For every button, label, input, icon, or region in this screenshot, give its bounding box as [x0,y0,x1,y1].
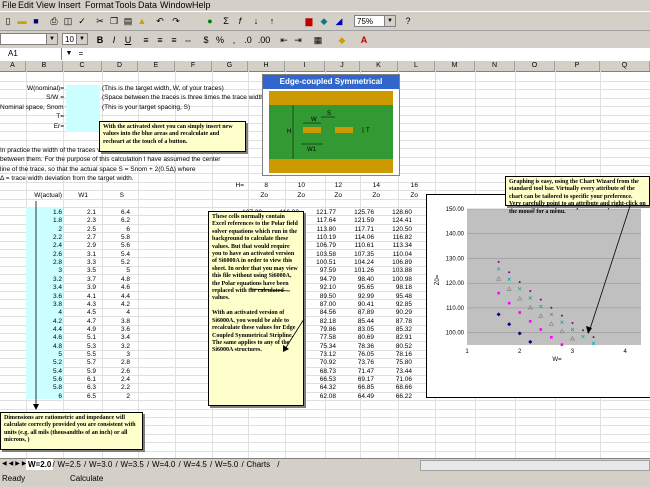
new-file-icon[interactable]: ▯ [2,15,14,27]
tab-scroll-icons[interactable]: ◀◀▶▶ [2,460,28,467]
tab-separator: / [115,460,118,469]
cut-icon[interactable]: ✂ [94,15,106,27]
status-bar: Ready Calculate [0,471,650,487]
tab-sheet[interactable]: W=4.5 [184,459,207,470]
tab-separator: / [147,460,150,469]
office-assistant-icon[interactable]: ? [402,15,414,27]
save-icon[interactable]: ■ [30,15,42,27]
chevron-down-icon[interactable]: ▼ [76,34,87,44]
menu-file[interactable]: File [2,0,17,11]
font-color-icon[interactable]: A [358,34,370,46]
sort-descending-icon[interactable]: ↑ [266,15,278,27]
print-icon[interactable]: ⎙ [48,15,60,27]
formatting-toolbar: ▼ 10 ▼ B I U ≡ ≡ ≡ ⇔ $ % , .0 .00 ⇤ ⇥ ▦ … [0,31,650,49]
undo-icon[interactable]: ↶ [154,15,166,27]
percent-icon[interactable]: % [214,34,226,46]
menu-data[interactable]: Data [138,0,157,11]
font-name-combo[interactable]: ▼ [0,33,58,45]
horizontal-scrollbar[interactable] [420,460,650,471]
chevron-down-icon[interactable]: ▼ [46,34,57,44]
menu-insert[interactable]: Insert [58,0,81,11]
menu-edit[interactable]: Edit [18,0,34,11]
borders-icon[interactable]: ▦ [312,34,324,46]
decrease-indent-icon[interactable]: ⇤ [278,34,290,46]
decrease-decimal-icon[interactable]: .00 [258,34,271,46]
chevron-down-icon[interactable]: ▼ [384,16,395,26]
tab-sheet[interactable]: Charts [247,459,271,470]
tab-separator: / [277,460,280,469]
worksheet-grid[interactable]: ABCDEFGHIJKLMNOPQ W(nominal)=2(This is t… [0,61,650,458]
italic-icon[interactable]: I [108,34,120,46]
sort-ascending-icon[interactable]: ↓ [250,15,262,27]
paste-icon[interactable]: ▤ [122,15,134,27]
menu-bar: File Edit View Insert Format Tools Data … [0,0,650,12]
autosum-icon[interactable]: Σ [220,15,232,27]
print-preview-icon[interactable]: ◫ [62,15,74,27]
tab-sheet[interactable]: W=3.5 [121,459,144,470]
drawing-icon[interactable]: ◢ [333,15,345,27]
tab-sheet[interactable]: W=2.5 [58,459,81,470]
tab-separator: / [210,460,213,469]
name-box[interactable]: A1 [0,48,62,60]
menu-help[interactable]: Help [192,0,211,11]
menu-window[interactable]: Window [160,0,192,11]
increase-indent-icon[interactable]: ⇥ [292,34,304,46]
copy-icon[interactable]: ❐ [108,15,120,27]
hyperlink-icon[interactable]: ● [204,15,216,27]
function-icon[interactable]: f [234,15,246,27]
zoom-value: 75% [357,17,374,26]
sheet-tabs-bar: ◀◀▶▶ W=2.0/W=2.5/W=3.0/W=3.5/W=4.0/W=4.5… [0,458,650,471]
status-mode: Calculate [70,474,104,483]
tab-sheet[interactable]: W=5.0 [215,459,238,470]
bold-icon[interactable]: B [94,34,106,46]
increase-decimal-icon[interactable]: .0 [242,34,254,46]
tab-sheet[interactable]: W=2.0 [26,459,54,470]
spelling-icon[interactable]: ✓ [76,15,88,27]
equals-icon[interactable]: = [76,48,86,60]
align-left-icon[interactable]: ≡ [140,34,152,46]
redo-icon[interactable]: ↷ [170,15,182,27]
align-center-icon[interactable]: ≡ [154,34,166,46]
formula-bar: A1 ▼ = [0,48,650,62]
tab-sheet[interactable]: W=3.0 [89,459,112,470]
format-painter-icon[interactable]: ▲ [136,15,148,27]
menu-view[interactable]: View [36,0,55,11]
currency-icon[interactable]: $ [200,34,212,46]
note-arrows [33,201,631,410]
open-folder-icon[interactable]: ▬ [16,15,28,27]
formula-input[interactable] [90,49,648,59]
tab-sheet[interactable]: W=4.0 [152,459,175,470]
chart-wizard-icon[interactable]: ▆ [303,15,315,27]
tab-separator: / [52,460,55,469]
standard-toolbar: ▯ ▬ ■ ⎙ ◫ ✓ ✂ ❐ ▤ ▲ ↶ ↷ ● Σ f ↓ ↑ ▆ ◆ ◢ … [0,12,650,31]
comma-style-icon[interactable]: , [228,34,240,46]
name-box-dropdown-icon[interactable]: ▼ [64,48,74,60]
fill-color-icon[interactable]: ◆ [336,34,348,46]
tab-separator: / [84,460,87,469]
font-size-combo[interactable]: 10 ▼ [62,33,88,45]
underline-icon[interactable]: U [122,34,134,46]
align-right-icon[interactable]: ≡ [168,34,180,46]
merge-center-icon[interactable]: ⇔ [182,34,194,46]
menu-format[interactable]: Format [85,0,114,11]
status-ready: Ready [2,474,26,483]
menu-tools[interactable]: Tools [115,0,136,11]
font-size-value: 10 [65,35,74,44]
tab-separator: / [178,460,181,469]
map-icon[interactable]: ◆ [318,15,330,27]
zoom-combo[interactable]: 75% ▼ [354,15,396,27]
tab-separator: / [241,460,244,469]
